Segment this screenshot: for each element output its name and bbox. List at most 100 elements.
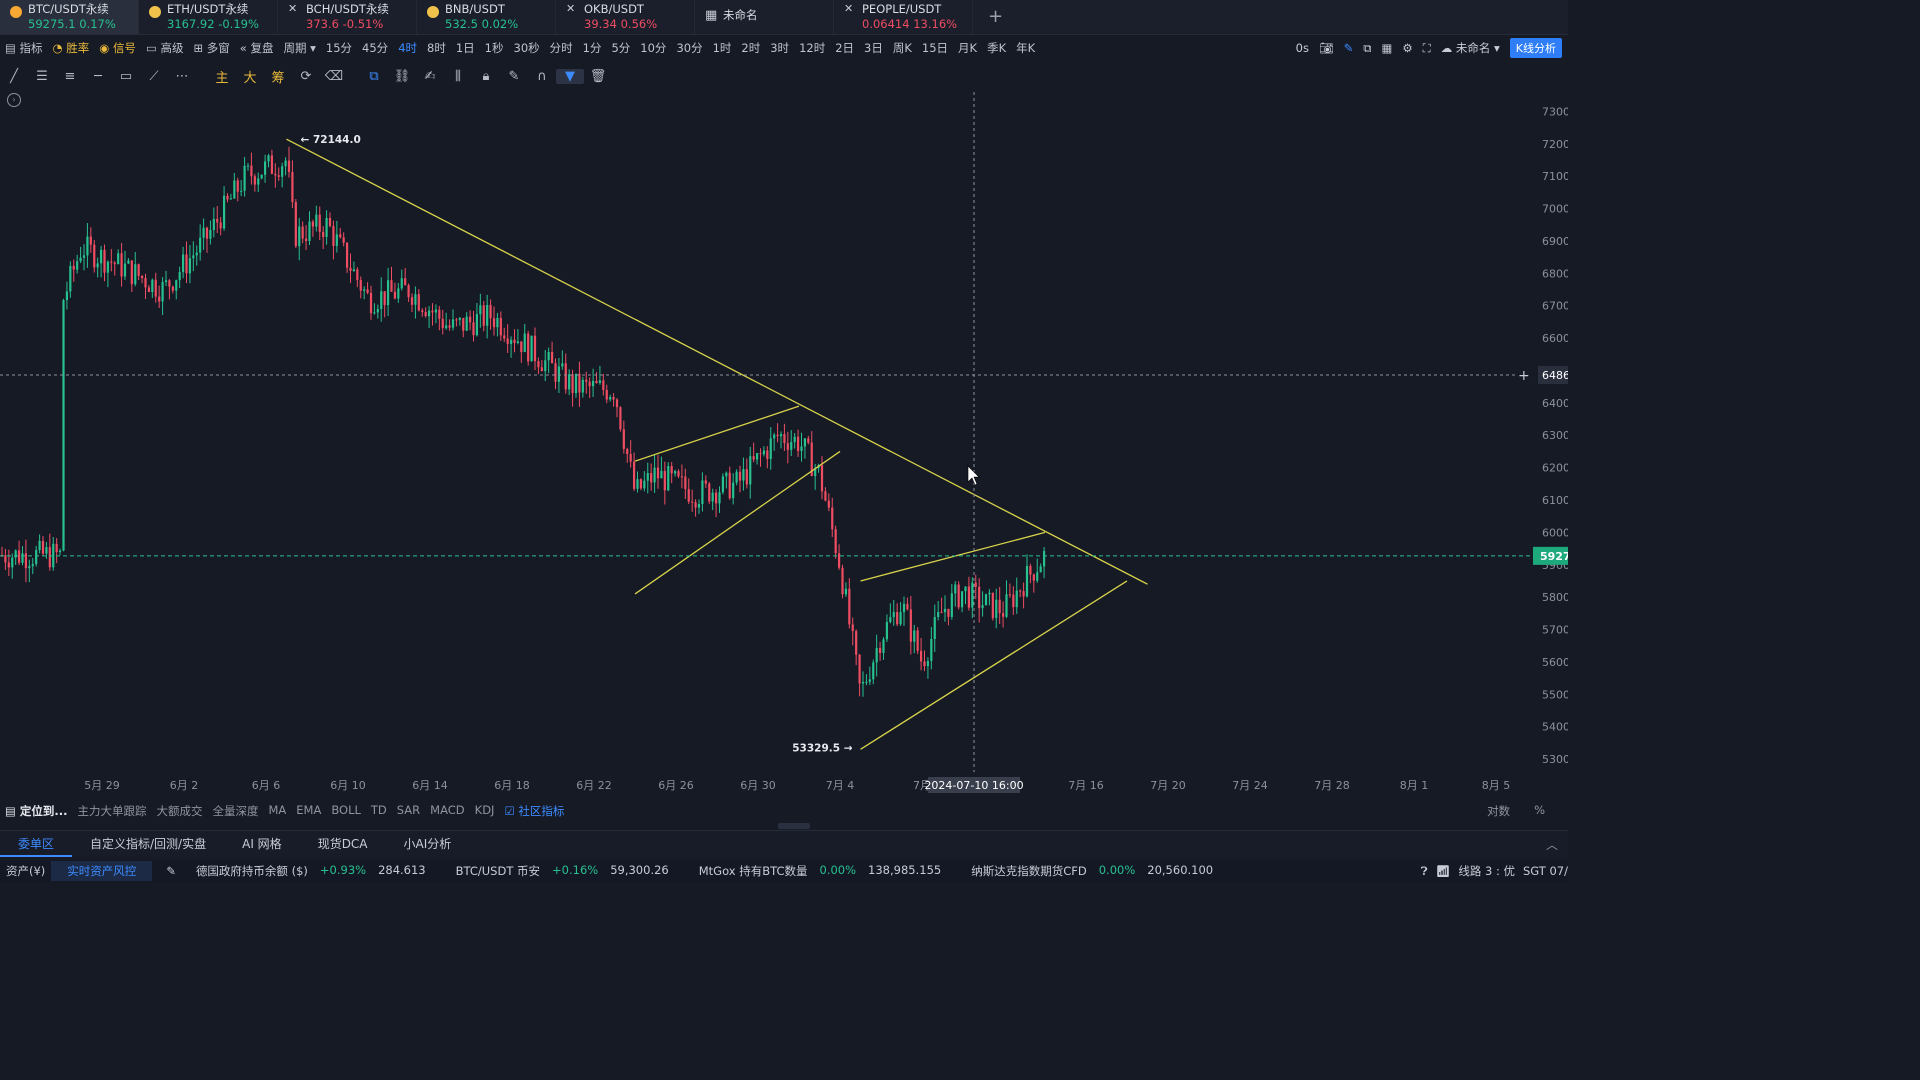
chips-tool[interactable]: 筹 <box>264 67 292 86</box>
panel-resize-handle[interactable] <box>778 823 810 829</box>
period-16[interactable]: 2日 <box>830 40 859 56</box>
close-icon[interactable]: ✕ <box>566 2 575 15</box>
period-0[interactable]: 15分 <box>321 40 357 56</box>
parallel-lines-icon[interactable]: ☰ <box>28 69 56 84</box>
period-dropdown[interactable]: 周期 ▾ <box>278 40 320 56</box>
cloud-layout-dropdown[interactable]: ☁ 未命名 ▾ <box>1441 40 1500 56</box>
locate-button[interactable]: ▤ 定位到... <box>0 803 72 819</box>
multi-window-button[interactable]: ⊞ 多窗 <box>188 40 234 56</box>
window-icon[interactable]: ⧉ <box>1363 41 1371 56</box>
period-22[interactable]: 年K <box>1011 40 1040 56</box>
period-15[interactable]: 12时 <box>794 40 830 56</box>
indicator-6[interactable]: TD <box>366 803 392 819</box>
period-8[interactable]: 1分 <box>578 40 607 56</box>
horizontal-line-icon[interactable]: ─ <box>84 69 112 84</box>
tab-bch-usdt[interactable]: ✕ BCH/USDT永续 373.6 -0.51% <box>278 0 417 34</box>
sync-icon[interactable]: ⟳ <box>292 69 320 84</box>
help-icon[interactable]: ❓︎ <box>1421 864 1428 879</box>
copy-icon[interactable]: ⧉ <box>360 69 388 84</box>
layout-icon[interactable]: ▦ <box>1381 41 1392 55</box>
indicator-7[interactable]: SAR <box>392 803 425 819</box>
percent-toggle[interactable]: % <box>1529 803 1550 819</box>
channel-icon[interactable]: ≡ <box>56 69 84 84</box>
link-icon[interactable]: ⛓ <box>388 69 416 84</box>
log-scale-toggle[interactable]: 对数 <box>1482 803 1515 819</box>
main-force-tool[interactable]: 主 <box>208 67 236 86</box>
tab-eth-usdt[interactable]: ETH/USDT永续 3167.92 -0.19% <box>139 0 278 34</box>
indicator-4[interactable]: EMA <box>291 803 326 819</box>
tab-okb-usdt[interactable]: ✕ OKB/USDT 39.34 0.56% <box>556 0 695 34</box>
tab-orders[interactable]: 委单区 <box>0 831 73 857</box>
erase-tool-icon[interactable]: ⌫ <box>320 69 348 84</box>
magnet-icon[interactable]: ∩ <box>528 69 556 84</box>
more-tools-icon[interactable]: ⋯ <box>168 69 196 84</box>
period-10[interactable]: 10分 <box>635 40 671 56</box>
edit-icon[interactable]: ✎ <box>152 864 190 878</box>
tab-ai-grid[interactable]: AI 网格 <box>224 831 300 857</box>
ticker-item[interactable]: 纳斯达克指数期货CFD 0.00% 20,560.100 <box>965 863 1219 879</box>
trash-icon[interactable]: 🗑︎ <box>584 69 612 84</box>
indicator-9[interactable]: KDJ <box>470 803 500 819</box>
period-20[interactable]: 月K <box>953 40 982 56</box>
period-1[interactable]: 45分 <box>357 40 393 56</box>
winrate-button[interactable]: ◔ 胜率 <box>48 40 95 56</box>
indicator-5[interactable]: BOLL <box>326 803 366 819</box>
price-chart[interactable]: 7300720071007000690068006700660065006400… <box>0 92 1568 802</box>
community-indicators-link[interactable]: ☑ 社区指标 <box>499 803 569 819</box>
settings-icon[interactable]: ⚙ <box>1402 41 1412 55</box>
period-2[interactable]: 4时 <box>393 40 422 56</box>
period-4[interactable]: 1日 <box>451 40 480 56</box>
signal-button[interactable]: ◉ 信号 <box>94 40 141 56</box>
period-3[interactable]: 8时 <box>422 40 451 56</box>
close-icon[interactable]: ✕ <box>288 2 297 15</box>
pen-icon[interactable]: ✎ <box>1344 41 1354 55</box>
tab-custom-indicators[interactable]: 自定义指标/回测/实盘 <box>72 831 224 857</box>
period-14[interactable]: 3时 <box>765 40 794 56</box>
camera-icon[interactable]: 📷︎ <box>1319 41 1334 55</box>
fullscreen-icon[interactable]: ⛶ <box>1423 41 1431 56</box>
indicator-0[interactable]: 主力大单跟踪 <box>72 803 151 819</box>
filter-icon[interactable]: ▼ <box>556 68 584 84</box>
ray-icon[interactable]: ⟋ <box>140 69 168 84</box>
period-17[interactable]: 3日 <box>859 40 888 56</box>
ticker-item[interactable]: 德国政府持币余额 ($) +0.93% 284.613 <box>190 863 432 879</box>
period-18[interactable]: 周K <box>888 40 917 56</box>
tab-ai-analysis[interactable]: 小AI分析 <box>386 831 470 857</box>
period-6[interactable]: 30秒 <box>509 40 545 56</box>
indicator-8[interactable]: MACD <box>425 803 469 819</box>
note-icon[interactable]: ✎ <box>500 69 528 84</box>
lock-icon[interactable]: 🔒︎ <box>472 69 500 84</box>
compare-icon[interactable]: ⫼ <box>444 69 472 84</box>
tab-spot-dca[interactable]: 现货DCA <box>300 831 386 857</box>
tab-bnb-usdt[interactable]: BNB/USDT 532.5 0.02% <box>417 0 556 34</box>
period-21[interactable]: 季K <box>982 40 1011 56</box>
period-19[interactable]: 15日 <box>917 40 953 56</box>
ticker-item[interactable]: BTC/USDT 币安 +0.16% 59,300.26 <box>450 863 675 879</box>
risk-control-button[interactable]: 实时资产风控 <box>51 861 153 881</box>
period-11[interactable]: 30分 <box>671 40 707 56</box>
period-5[interactable]: 1秒 <box>480 40 509 56</box>
close-icon[interactable]: ✕ <box>844 2 853 15</box>
kline-analysis-button[interactable]: K线分析 <box>1509 38 1562 58</box>
tab-btc-usdt[interactable]: BTC/USDT永续 59275.1 0.17% <box>0 0 139 34</box>
indicator-2[interactable]: 全量深度 <box>207 803 263 819</box>
indicator-3[interactable]: MA <box>263 803 291 819</box>
indicators-button[interactable]: ▤ 指标 <box>0 40 48 56</box>
chevron-up-icon[interactable]: ︿ <box>1546 836 1558 853</box>
brush-icon[interactable]: ✍ <box>416 69 444 84</box>
ticker-item[interactable]: MtGox 持有BTC数量 0.00% 138,985.155 <box>693 863 947 879</box>
big-order-tool[interactable]: 大 <box>236 67 264 86</box>
tab-people-usdt[interactable]: ✕ PEOPLE/USDT 0.06414 13.16% <box>834 0 973 34</box>
indicator-1[interactable]: 大额成交 <box>151 803 207 819</box>
period-13[interactable]: 2时 <box>736 40 765 56</box>
line-tool-icon[interactable]: ╱ <box>0 69 28 84</box>
tab-unnamed[interactable]: ▦ 未命名 <box>695 0 834 34</box>
advanced-button[interactable]: ▭ 高级 <box>141 40 189 56</box>
add-tab-icon[interactable]: + <box>988 6 1003 27</box>
period-7[interactable]: 分时 <box>545 40 578 56</box>
replay-button[interactable]: « 复盘 <box>235 40 279 56</box>
add-alert-icon[interactable]: + <box>1518 368 1530 384</box>
rectangle-icon[interactable]: ▭ <box>112 69 140 84</box>
period-12[interactable]: 1时 <box>708 40 737 56</box>
period-9[interactable]: 5分 <box>606 40 635 56</box>
